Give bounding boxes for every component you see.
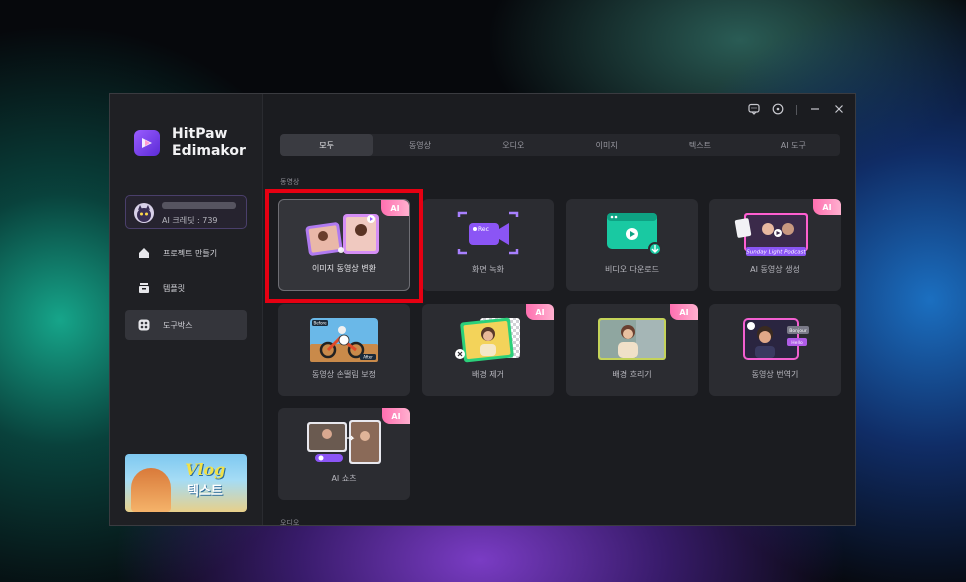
promo-person-image [131,468,171,512]
after-label: After [363,355,373,360]
minimize-icon[interactable] [809,100,821,119]
user-card[interactable]: AI 크레딧 : 739 [125,195,247,229]
tool-card-background-blur[interactable]: AI 배경 흐리기 [566,304,698,396]
ai-badge: AI [670,304,698,320]
window-controls [748,100,845,119]
tool-label: 동영상 손떨림 보정 [312,370,376,379]
tool-card-background-remove[interactable]: AI 배경 제거 [422,304,554,396]
promo-subtitle: 텍스트 [187,484,223,499]
tool-label: 배경 제거 [472,370,504,379]
sidebar-item-label: 프로젝트 만들기 [163,248,218,258]
before-label: Before [313,321,327,326]
template-icon [137,281,151,295]
app-logo: HitPaw Edimakor [134,126,246,160]
sidebar-item-toolbox[interactable]: 도구박스 [125,310,247,340]
bubble-hello: Hello [791,340,803,346]
app-name-line2: Edimakor [172,143,246,159]
tool-label: AI 동영상 생성 [750,265,800,274]
ai-video-generate-thumbnail: Sunday Light Podcast [734,213,808,256]
app-name-line1: HitPaw [172,126,228,142]
feedback-icon[interactable] [748,100,760,119]
tool-label: 비디오 다운로드 [604,265,660,274]
tool-card-video-download[interactable]: 비디오 다운로드 [566,199,698,291]
toolbox-icon [137,318,151,332]
tool-card-video-translator[interactable]: Bonjour Hello 동영상 번역기 [709,304,841,396]
section-title-audio: 오디오 [280,519,300,526]
tool-card-screen-record[interactable]: Rec 화면 녹화 [422,199,554,291]
user-name-blurred [162,202,236,209]
background-remove-thumbnail [455,317,520,363]
video-download-thumbnail [607,213,662,256]
bubble-bonjour: Bonjour [789,328,807,334]
app-logo-icon [134,130,160,156]
podcast-banner-text: Sunday Light Podcast [746,250,806,256]
sidebar-item-label: 템플릿 [163,283,186,293]
promo-title: Vlog [185,460,226,479]
video-translator-thumbnail: Bonjour Hello [743,318,809,360]
ai-badge: AI [526,304,554,320]
video-stabilize-thumbnail: Before After [310,318,378,362]
close-icon[interactable] [833,100,845,119]
sidebar-item-templates[interactable]: 템플릿 [125,273,247,303]
tool-card-ai-shorts[interactable]: AI AI 쇼츠 [278,408,410,500]
rec-text: Rec [478,226,489,233]
tab-video[interactable]: 동영상 [373,134,466,156]
ai-shorts-thumbnail [307,420,381,464]
tab-all[interactable]: 모두 [280,134,374,156]
tool-label: 배경 흐리기 [612,370,652,379]
selection-highlight-box [265,189,423,303]
vlog-text-promo-banner[interactable]: Vlog 텍스트 [125,454,247,512]
tool-label: 화면 녹화 [472,265,504,274]
home-icon [137,246,151,260]
tool-label: 동영상 번역기 [751,370,799,379]
avatar [134,203,154,223]
ai-badge: AI [382,408,410,424]
category-tabs: 모두 동영상 오디오 이미지 텍스트 AI 도구 [280,134,840,156]
tab-ai-tools[interactable]: AI 도구 [747,134,840,156]
tool-label: AI 쇼츠 [331,474,357,483]
sidebar: HitPaw Edimakor AI 크레딧 : 739 프로젝트 만들기 템플… [110,94,263,525]
separator [796,104,797,115]
app-window: HitPaw Edimakor AI 크레딧 : 739 프로젝트 만들기 템플… [109,93,856,526]
ai-badge: AI [813,199,841,215]
settings-icon[interactable] [772,100,784,119]
sidebar-item-create-project[interactable]: 프로젝트 만들기 [125,238,247,268]
tab-image[interactable]: 이미지 [560,134,653,156]
tool-card-video-stabilize[interactable]: Before After 동영상 손떨림 보정 [278,304,410,396]
screen-record-thumbnail: Rec [457,211,519,255]
background-blur-thumbnail [598,318,666,360]
tab-text[interactable]: 텍스트 [653,134,746,156]
ai-credit-text: AI 크레딧 : 739 [162,216,218,225]
tab-audio[interactable]: 오디오 [467,134,560,156]
section-title-video: 동영상 [280,178,300,186]
sidebar-item-label: 도구박스 [163,320,193,330]
tool-card-ai-video-generate[interactable]: AI Sunday Light Podcast AI 동영상 생성 [709,199,841,291]
